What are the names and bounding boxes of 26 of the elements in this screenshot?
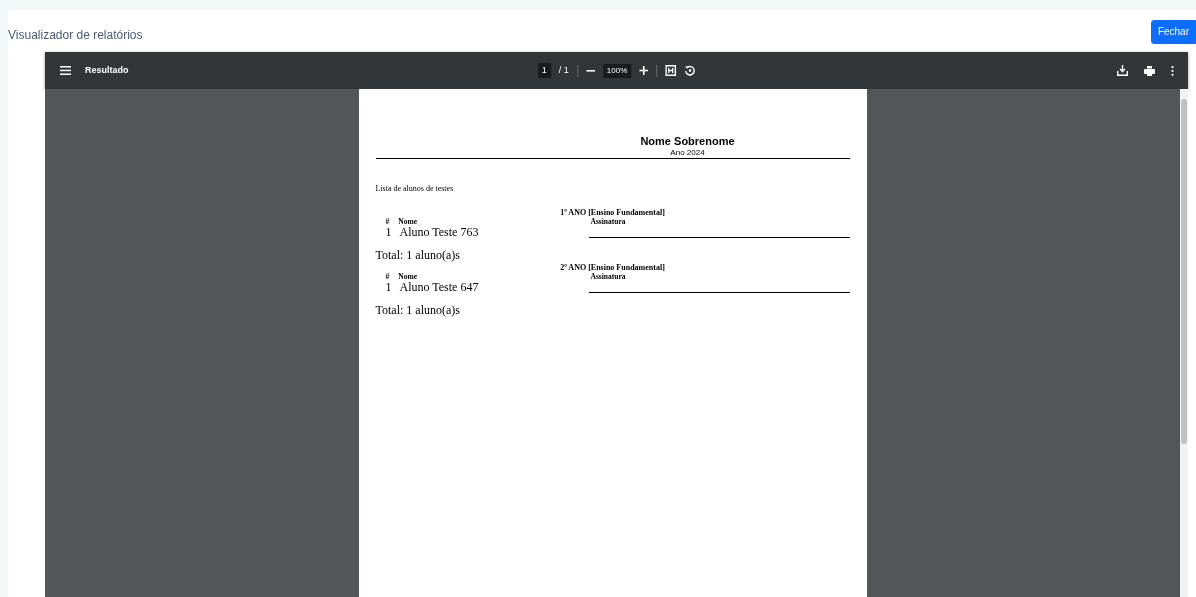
zoom-in-icon[interactable] xyxy=(639,66,649,75)
total-count: Total: 1 aluno(a)s xyxy=(375,247,461,264)
group-title: 1º ANO [Ensino Fundamental] xyxy=(559,208,666,218)
row-number: 1 xyxy=(385,225,392,239)
row-number: 1 xyxy=(385,281,392,295)
rotate-icon[interactable] xyxy=(684,65,696,76)
total-count: Total: 1 aluno(a)s xyxy=(375,302,461,320)
document-title: Resultado xyxy=(85,63,129,77)
group-title: 2º ANO [Ensino Fundamental] xyxy=(559,264,666,273)
scrollbar-thumb[interactable] xyxy=(1181,99,1187,444)
fit-page-icon[interactable] xyxy=(665,65,677,76)
page-number-field[interactable]: 1 xyxy=(537,62,551,79)
student-name: Aluno Teste 647 xyxy=(399,281,479,295)
page-total: / 1 xyxy=(558,63,569,77)
report-heading: Nome Sobrenome xyxy=(640,135,735,149)
close-button[interactable]: Fechar xyxy=(1150,20,1196,44)
page-title: Visualizador de relatórios xyxy=(8,27,143,44)
menu-icon[interactable] xyxy=(60,66,71,75)
student-name: Aluno Teste 763 xyxy=(399,225,479,239)
more-options-icon[interactable] xyxy=(1171,65,1174,76)
zoom-out-icon[interactable] xyxy=(585,69,595,72)
download-icon[interactable] xyxy=(1117,65,1128,76)
list-title: Lista de alunos de testes xyxy=(375,182,455,195)
print-icon[interactable] xyxy=(1144,65,1155,76)
report-subheading: Ano 2024 xyxy=(670,148,705,158)
zoom-field[interactable]: 100% xyxy=(602,63,632,78)
